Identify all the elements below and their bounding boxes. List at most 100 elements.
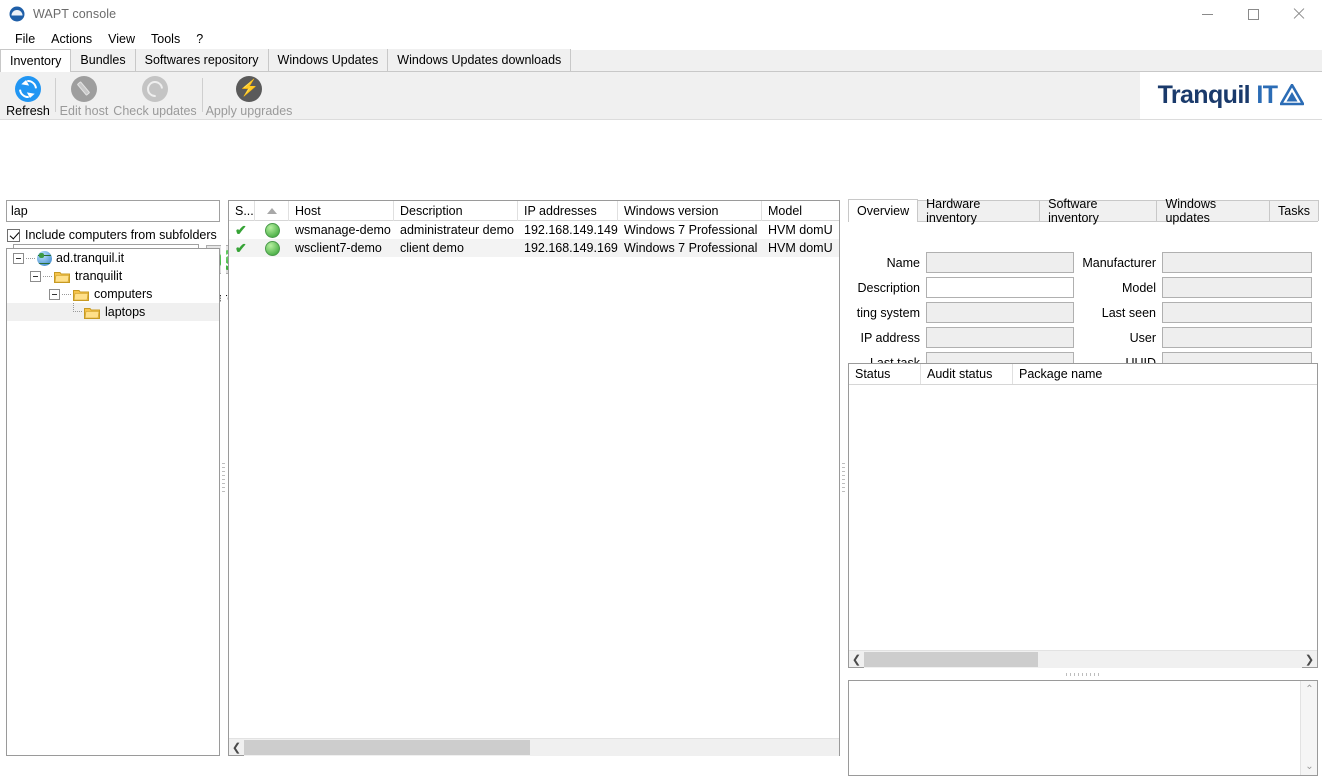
description-field[interactable] bbox=[926, 277, 1074, 298]
collapse-toggle-icon[interactable] bbox=[13, 252, 24, 264]
tree-node-tranquilit[interactable]: tranquilit bbox=[7, 267, 219, 285]
online-dot-icon bbox=[265, 222, 280, 238]
ok-check-icon: ✔ bbox=[235, 241, 247, 255]
refresh-circle-icon bbox=[142, 76, 168, 102]
col-windows-version[interactable]: Windows version bbox=[618, 201, 762, 221]
tree-connector bbox=[26, 257, 35, 259]
package-grid-hscrollbar[interactable]: ❮ ❯ bbox=[849, 650, 1317, 668]
apply-upgrades-button[interactable]: ⚡ Apply upgrades bbox=[206, 74, 292, 118]
apply-upgrades-button-label: Apply upgrades bbox=[205, 104, 293, 118]
model-field[interactable] bbox=[1162, 277, 1312, 298]
menu-help[interactable]: ? bbox=[188, 30, 211, 48]
maximize-icon bbox=[1247, 8, 1259, 20]
scroll-left-icon[interactable]: ❮ bbox=[849, 651, 864, 668]
host-grid-hscrollbar[interactable]: ❮ bbox=[229, 738, 839, 756]
hscroll-thumb[interactable] bbox=[244, 739, 530, 755]
tab-hardware-inventory[interactable]: Hardware inventory bbox=[917, 197, 1041, 225]
tree-filter-input[interactable] bbox=[6, 200, 220, 222]
refresh-button[interactable]: Refresh bbox=[6, 74, 50, 118]
col-ip-addresses[interactable]: IP addresses bbox=[518, 201, 618, 221]
operating-system-field[interactable] bbox=[926, 302, 1074, 323]
col-host[interactable]: Host bbox=[289, 201, 394, 221]
last-seen-field[interactable] bbox=[1162, 302, 1312, 323]
tree-connector bbox=[73, 303, 82, 312]
folder-icon bbox=[84, 306, 100, 319]
col-status[interactable]: S... bbox=[229, 201, 255, 221]
notes-vscrollbar[interactable]: ⌃ ⌄ bbox=[1300, 681, 1317, 775]
tree-node-laptops[interactable]: laptops bbox=[7, 303, 219, 321]
ip-address-field[interactable] bbox=[926, 327, 1074, 348]
tab-windows-updates-downloads[interactable]: Windows Updates downloads bbox=[388, 49, 572, 71]
cell-ip: 192.168.149.149 bbox=[524, 223, 618, 237]
include-subfolders-checkbox[interactable]: Include computers from subfolders bbox=[7, 228, 217, 242]
check-updates-button-label: Check updates bbox=[113, 104, 197, 118]
scroll-down-icon[interactable]: ⌄ bbox=[1301, 758, 1318, 775]
check-updates-button[interactable]: Check updates bbox=[113, 74, 197, 118]
col-audit-status[interactable]: Audit status bbox=[921, 364, 1013, 384]
ip-address-label: IP address bbox=[860, 330, 920, 345]
close-button[interactable] bbox=[1276, 0, 1322, 28]
org-tree[interactable]: ad.tranquil.it tranquilit computers lapt… bbox=[6, 248, 220, 756]
hscroll-track[interactable] bbox=[244, 738, 839, 756]
horizontal-splitter[interactable] bbox=[848, 670, 1318, 678]
cell-model: HVM domU bbox=[768, 223, 833, 237]
triangle-icon bbox=[1280, 84, 1305, 106]
col-model[interactable]: Model bbox=[762, 201, 839, 221]
edit-host-button[interactable]: Edit host bbox=[59, 74, 109, 118]
refresh-button-label: Refresh bbox=[6, 104, 50, 118]
refresh-icon bbox=[15, 76, 41, 102]
tab-windows-updates[interactable]: Windows Updates bbox=[268, 49, 389, 71]
include-subfolders-label: Include computers from subfolders bbox=[25, 228, 217, 242]
hscroll-track[interactable] bbox=[864, 650, 1302, 668]
cell-windows-version: Windows 7 Professional bbox=[624, 241, 758, 255]
tab-bundles[interactable]: Bundles bbox=[71, 49, 136, 71]
table-row[interactable]: ✔ wsmanage-demo administrateur demo 192.… bbox=[229, 221, 839, 239]
minimize-button[interactable] bbox=[1184, 0, 1230, 28]
host-grid-panel: S... Host Description IP addresses Windo… bbox=[228, 200, 840, 756]
cell-ip: 192.168.149.169 bbox=[524, 241, 618, 255]
tab-software-inventory[interactable]: Software inventory bbox=[1039, 197, 1158, 225]
pencil-icon bbox=[71, 76, 97, 102]
menu-bar: File Actions View Tools ? bbox=[0, 28, 1322, 50]
scroll-right-icon[interactable]: ❯ bbox=[1302, 651, 1317, 668]
tab-overview[interactable]: Overview bbox=[848, 199, 919, 222]
tree-connector bbox=[43, 275, 52, 277]
hscroll-thumb[interactable] bbox=[864, 651, 1038, 667]
scroll-up-icon[interactable]: ⌃ bbox=[1301, 681, 1318, 698]
name-field[interactable] bbox=[926, 252, 1074, 273]
col-connected[interactable] bbox=[255, 201, 289, 221]
tab-tasks[interactable]: Tasks bbox=[1269, 200, 1319, 221]
left-splitter[interactable] bbox=[221, 200, 226, 756]
window-controls bbox=[1184, 0, 1322, 28]
menu-tools[interactable]: Tools bbox=[143, 30, 188, 48]
menu-view[interactable]: View bbox=[100, 30, 143, 48]
tab-inventory[interactable]: Inventory bbox=[0, 49, 72, 72]
notes-textarea[interactable]: ⌃ ⌄ bbox=[848, 680, 1318, 776]
toolbar-separator-2 bbox=[202, 78, 203, 112]
tab-softwares-repository[interactable]: Softwares repository bbox=[135, 49, 269, 71]
minimize-icon bbox=[1201, 13, 1213, 15]
tree-node-label: tranquilit bbox=[75, 269, 123, 283]
maximize-button[interactable] bbox=[1230, 0, 1276, 28]
manufacturer-field[interactable] bbox=[1162, 252, 1312, 273]
host-grid-header: S... Host Description IP addresses Windo… bbox=[229, 201, 839, 221]
wapt-logo-icon bbox=[9, 6, 25, 22]
tree-node-computers[interactable]: computers bbox=[7, 285, 219, 303]
user-field[interactable] bbox=[1162, 327, 1312, 348]
cell-model: HVM domU bbox=[768, 241, 833, 255]
menu-actions[interactable]: Actions bbox=[43, 30, 100, 48]
collapse-toggle-icon[interactable] bbox=[30, 270, 41, 282]
collapse-toggle-icon[interactable] bbox=[49, 288, 60, 300]
table-row[interactable]: ✔ wsclient7-demo client demo 192.168.149… bbox=[229, 239, 839, 257]
tab-windows-updates-detail[interactable]: Windows updates bbox=[1156, 197, 1271, 225]
tree-node-ad-tranquil-it[interactable]: ad.tranquil.it bbox=[7, 249, 219, 267]
toolbar-separator-1 bbox=[55, 78, 56, 112]
col-package-name[interactable]: Package name bbox=[1013, 364, 1153, 384]
close-icon bbox=[1293, 8, 1305, 20]
right-splitter[interactable] bbox=[841, 200, 846, 756]
folder-icon bbox=[73, 288, 89, 301]
scroll-left-icon[interactable]: ❮ bbox=[229, 739, 244, 756]
menu-file[interactable]: File bbox=[7, 30, 43, 48]
col-description[interactable]: Description bbox=[394, 201, 518, 221]
col-package-status[interactable]: Status bbox=[849, 364, 921, 384]
